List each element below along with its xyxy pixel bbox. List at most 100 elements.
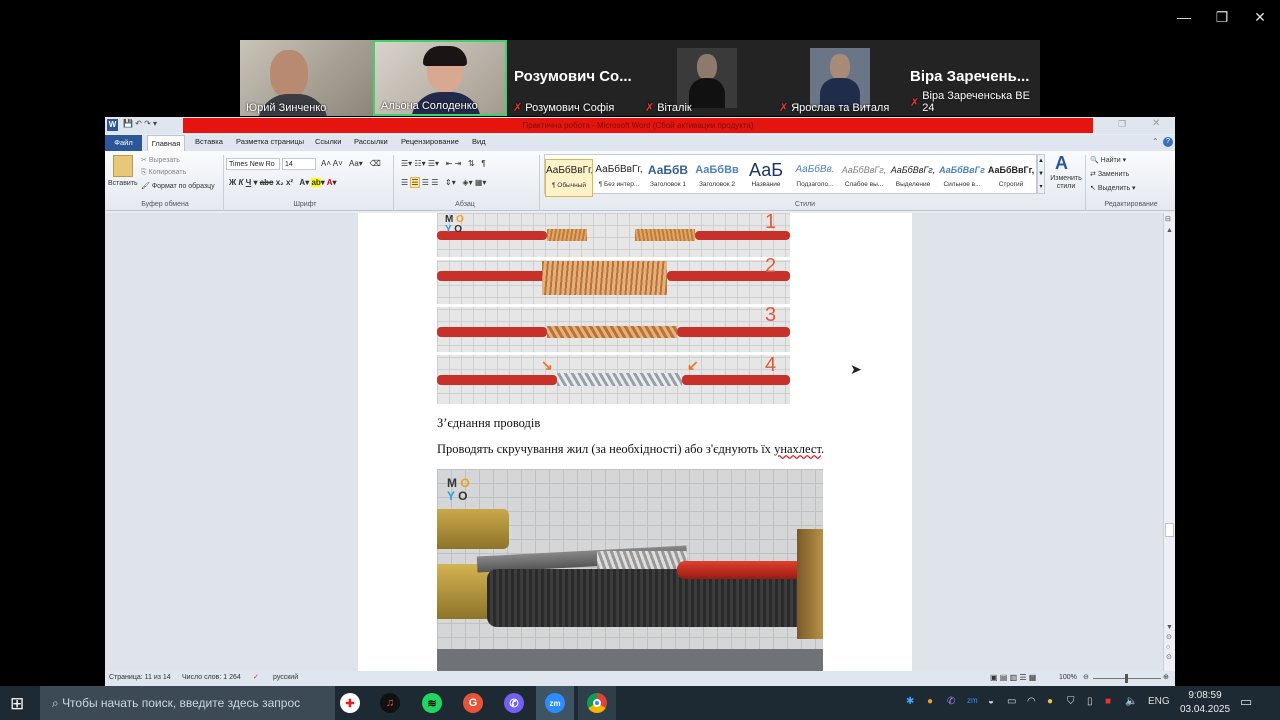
copy-button[interactable]: ⎘ Копировать — [141, 169, 186, 177]
style-strong[interactable]: АаБбВвГг, Строгий — [987, 159, 1035, 197]
ribbon: Вставить ✂ Вырезать ⎘ Копировать 🖌 Форма… — [105, 151, 1175, 211]
paste-button[interactable]: Вставить — [108, 180, 138, 187]
input-language[interactable]: ENG — [1148, 696, 1170, 707]
tab-review[interactable]: Рецензирование — [401, 137, 459, 146]
vertical-scrollbar[interactable]: ⊟ ▲ ▼ ⊙ ○ ⊙ — [1163, 213, 1175, 671]
bluetooth-icon[interactable]: ✱ — [906, 696, 914, 707]
change-styles-button[interactable]: Изменить стили — [1048, 175, 1084, 191]
section-caption: З’єднання проводів — [437, 416, 541, 430]
group-label: Буфер обмена — [141, 201, 189, 208]
group-label: Шрифт — [293, 201, 317, 208]
participant-avatar — [810, 48, 870, 108]
participant-hair — [423, 46, 467, 66]
zoom-tray-icon[interactable]: zm — [967, 696, 978, 705]
zoom-taskbar-tab[interactable]: zm — [536, 686, 574, 720]
view-buttons[interactable]: ▣ ▤ ▥ ☰ ▦ — [990, 673, 1036, 682]
zoom-level[interactable]: 100% — [1059, 674, 1077, 681]
style-emphasis[interactable]: АаБбВвГг, Выделение — [889, 159, 937, 197]
font-format-buttons[interactable]: Ж К Ч ▾ abc x₂ x² A▾ ab▾ A▾ — [229, 178, 337, 187]
scroll-thumb[interactable] — [1165, 523, 1174, 537]
tab-layout[interactable]: Разметка страницы — [236, 137, 304, 146]
first-aid-app-icon[interactable]: ✚ — [340, 693, 360, 713]
quick-access-toolbar[interactable]: 💾 ↶ ↷ ▾ — [123, 119, 157, 128]
align-buttons[interactable]: ☰ ☰ ☰ ☰ ⇕▾ ◈▾ ▦▾ — [401, 177, 486, 188]
volume-icon[interactable]: 🔈 — [1125, 696, 1137, 707]
ribbon-collapse-icon[interactable]: ⌃ — [1152, 137, 1159, 146]
participant-face — [270, 50, 308, 98]
font-name-select[interactable]: Times New Ro — [226, 158, 280, 170]
participant-name: ✗ Віра Зареченська ВЕ 24 — [910, 90, 1030, 114]
tray-app-icon[interactable]: ● — [1047, 696, 1053, 707]
clock[interactable]: 9:08:59 03.04.2025 — [1180, 689, 1230, 717]
participant-name: Альона Солоденко — [381, 100, 478, 112]
tab-mailings[interactable]: Рассылки — [354, 137, 388, 146]
style-normal[interactable]: АаБбВвГг, ¶ Обычный — [545, 159, 593, 197]
spell-error-word[interactable]: унахлест — [774, 442, 821, 456]
tab-view[interactable]: Вид — [472, 137, 486, 146]
replace-button[interactable]: ⇄ Заменить — [1090, 170, 1129, 178]
monitor-icon[interactable]: ▭ — [1007, 696, 1016, 707]
group-label: Стили — [794, 201, 816, 208]
format-painter-button[interactable]: 🖌 Формат по образцу — [141, 182, 215, 190]
search-icon: ⌕ — [52, 696, 63, 710]
viber-tray-icon[interactable]: ✆ — [947, 696, 955, 707]
tab-home[interactable]: Главная — [147, 135, 185, 151]
list-buttons[interactable]: ☰▾ ☷▾ ☰▾ ⇤ ⇥ ⇅ ¶ — [401, 159, 486, 168]
grammarly-icon[interactable]: G — [463, 693, 483, 713]
tab-file[interactable]: Файл — [105, 135, 142, 151]
minimize-button[interactable]: — — [1167, 4, 1201, 30]
step-number: 2 — [765, 255, 777, 277]
style-title[interactable]: АаБ Название — [742, 159, 790, 197]
video-tile[interactable]: Юрий Зинченко — [240, 40, 373, 116]
record-icon[interactable]: ■ — [1105, 696, 1111, 707]
participant-title: Віра Заречень... — [910, 68, 1030, 85]
font-size-select[interactable]: 14 — [282, 158, 316, 170]
styles-scroll[interactable]: ▲ ▼ ▾ — [1037, 154, 1045, 194]
spotify-icon[interactable]: ≋ — [422, 693, 442, 713]
page-count[interactable]: Страница: 11 из 14 — [109, 674, 171, 681]
tab-references[interactable]: Ссылки — [315, 137, 341, 146]
font-grow-shrink[interactable]: A˄ A˅ Aa▾ ⌫ — [321, 159, 381, 168]
restore-icon[interactable]: ❐ — [1118, 119, 1126, 130]
style-subtitle[interactable]: АаБбВв. Подзаголо... — [791, 159, 839, 197]
scroll-up-icon[interactable]: ▲ — [1166, 227, 1173, 234]
tray-icon[interactable]: ◒ — [988, 696, 994, 707]
close-button[interactable]: ✕ — [1243, 4, 1277, 30]
zoom-slider[interactable]: ⊖ ⊕ — [1083, 674, 1173, 683]
close-icon[interactable]: ✕ — [1152, 118, 1160, 129]
video-tile-active[interactable]: Альона Солоденко — [373, 40, 507, 116]
network-icon[interactable]: ◠ — [1027, 696, 1036, 707]
tab-insert[interactable]: Вставка — [195, 137, 223, 146]
document-page[interactable]: ↘ ↙ 1 2 3 4 M OY O З’єднання проводів Пр… — [358, 213, 912, 671]
viber-icon[interactable]: ✆ — [504, 693, 524, 713]
find-button[interactable]: 🔍 Найти ▾ — [1090, 156, 1126, 164]
style-no-spacing[interactable]: АаБбВвГг, ¶ Без интер... — [595, 159, 643, 197]
battery-icon[interactable]: ▯ — [1087, 696, 1093, 707]
word-count[interactable]: Число слов: 1 264 — [182, 674, 241, 681]
proofing-icon[interactable]: ✓ — [253, 673, 259, 681]
chrome-icon — [587, 693, 607, 713]
paste-icon[interactable] — [113, 155, 133, 177]
help-icon[interactable]: ? — [1163, 137, 1173, 147]
chrome-taskbar-tab[interactable] — [578, 686, 616, 720]
step-number: 1 — [765, 213, 777, 233]
scroll-down-icon[interactable]: ▼ ⊙ ○ ⊙ — [1166, 623, 1173, 663]
status-bar: Страница: 11 из 14 Число слов: 1 264 ✓ р… — [105, 671, 1175, 686]
style-heading1[interactable]: АаБбВ Заголовок 1 — [644, 159, 692, 197]
notifications-icon[interactable]: ▭ — [1240, 694, 1252, 710]
language[interactable]: русский — [273, 674, 298, 681]
ruler-toggle-icon[interactable]: ⊟ — [1165, 215, 1171, 223]
security-icon[interactable]: ⛉ — [1067, 696, 1075, 707]
windows-start-icon[interactable]: ⊞ — [10, 694, 24, 714]
participant-avatar — [677, 48, 737, 108]
taskbar-search[interactable]: ⌕ Чтобы начать поиск, введите здесь запр… — [40, 686, 335, 720]
maximize-button[interactable]: ❐ — [1205, 4, 1239, 30]
style-heading2[interactable]: АаБбВв Заголовок 2 — [693, 159, 741, 197]
style-subtle-emphasis[interactable]: АаБбВвГг, Слабое вы... — [840, 159, 888, 197]
music-app-icon[interactable]: ♫ — [380, 693, 400, 713]
select-button[interactable]: ↖ Выделить ▾ — [1090, 184, 1136, 192]
cut-button[interactable]: ✂ Вырезать — [141, 156, 180, 164]
style-intense[interactable]: АаБбВвГг Сильное в... — [938, 159, 986, 197]
tray-app-icon[interactable]: ● — [927, 696, 933, 707]
change-styles-icon[interactable]: A — [1055, 153, 1068, 174]
